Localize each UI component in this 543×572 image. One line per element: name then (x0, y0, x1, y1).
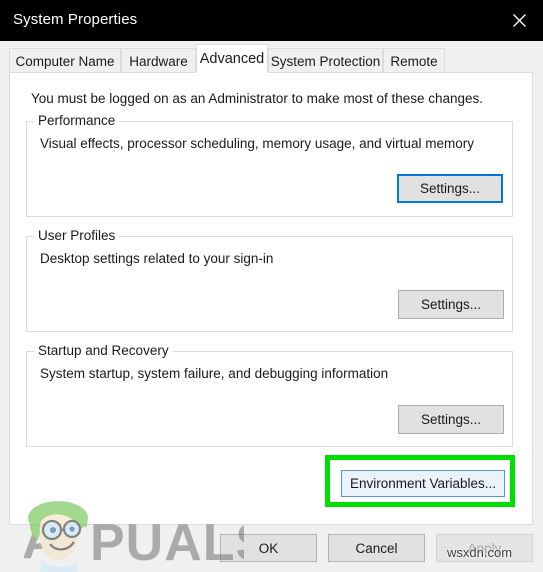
tab-label: Computer Name (15, 53, 115, 69)
button-label: Settings... (420, 412, 482, 427)
window-title: System Properties (13, 11, 138, 28)
user-profiles-description: Desktop settings related to your sign-in (40, 251, 274, 266)
administrator-note: You must be logged on as an Administrato… (31, 91, 484, 106)
tab-label: Remote (390, 53, 438, 69)
button-label: Settings... (420, 297, 482, 312)
startup-recovery-group: Startup and Recovery System startup, sys… (26, 343, 513, 447)
user-profiles-group: User Profiles Desktop settings related t… (26, 228, 513, 332)
performance-group: Performance Visual effects, processor sc… (26, 113, 513, 217)
close-icon[interactable] (496, 0, 543, 41)
button-label: Settings... (419, 181, 481, 196)
user-profiles-settings-button[interactable]: Settings... (398, 290, 504, 319)
performance-description: Visual effects, processor scheduling, me… (40, 136, 474, 151)
system-properties-window: System Properties Computer Name Hardware… (0, 0, 543, 572)
title-bar: System Properties (0, 0, 543, 41)
button-label: Environment Variables... (349, 476, 497, 491)
ok-button[interactable]: OK (220, 534, 317, 562)
tab-computer-name[interactable]: Computer Name (9, 48, 121, 73)
performance-group-label: Performance (34, 113, 120, 128)
cancel-button[interactable]: Cancel (328, 534, 425, 562)
tab-label: Hardware (129, 53, 188, 69)
wsxdn-watermark: wsxdn.com (447, 545, 513, 560)
tab-hardware[interactable]: Hardware (121, 48, 196, 73)
tab-strip: Computer Name Hardware Advanced System P… (0, 41, 543, 73)
user-profiles-group-label: User Profiles (34, 228, 120, 243)
startup-recovery-group-label: Startup and Recovery (34, 343, 173, 358)
tab-label: System Protection (270, 53, 381, 69)
button-label: Cancel (355, 540, 398, 556)
tab-advanced[interactable]: Advanced (196, 44, 268, 73)
tab-remote[interactable]: Remote (383, 48, 445, 73)
tab-system-protection[interactable]: System Protection (268, 48, 383, 73)
startup-recovery-description: System startup, system failure, and debu… (40, 366, 389, 381)
startup-recovery-settings-button[interactable]: Settings... (398, 405, 504, 434)
button-label: OK (258, 540, 279, 556)
environment-variables-highlight: Environment Variables... (325, 455, 515, 507)
performance-settings-button[interactable]: Settings... (397, 174, 503, 203)
tab-label: Advanced (199, 50, 265, 67)
environment-variables-button[interactable]: Environment Variables... (341, 470, 505, 497)
